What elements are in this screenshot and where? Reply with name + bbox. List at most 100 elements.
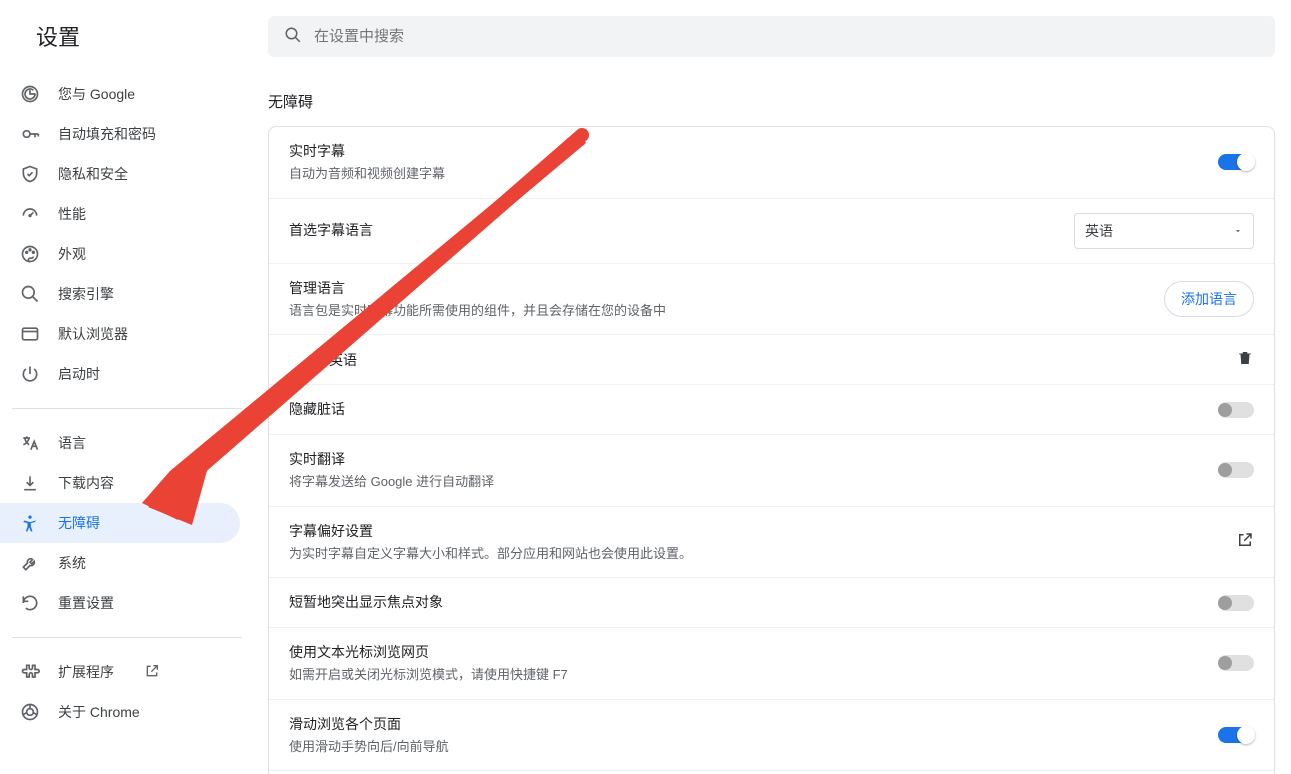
sidebar-item-browser[interactable]: 默认浏览器 bbox=[0, 314, 240, 354]
sidebar-divider bbox=[12, 408, 242, 409]
dropdown-value: 英语 bbox=[1085, 221, 1113, 241]
language-name: 英语 bbox=[329, 350, 1236, 370]
sidebar-item-label: 语言 bbox=[58, 433, 86, 453]
setting-title: 字幕偏好设置 bbox=[289, 521, 1236, 542]
setting-text: 字幕偏好设置为实时字幕自定义字幕大小和样式。部分应用和网站也会使用此设置。 bbox=[289, 521, 1236, 564]
setting-text: 隐藏脏话 bbox=[289, 399, 1218, 420]
setting-row: 实时字幕自动为音频和视频创建字幕 bbox=[269, 127, 1274, 199]
sidebar-item-search[interactable]: 搜索引擎 bbox=[0, 274, 240, 314]
external-link-icon bbox=[144, 663, 160, 682]
sidebar-item-accessibility[interactable]: 无障碍 bbox=[0, 503, 240, 543]
sidebar-group: 语言下载内容无障碍系统重置设置 bbox=[0, 417, 260, 629]
sidebar-item-wrench[interactable]: 系统 bbox=[0, 543, 240, 583]
sidebar-item-label: 默认浏览器 bbox=[58, 324, 128, 344]
search-input[interactable] bbox=[314, 28, 1259, 45]
sidebar-item-download[interactable]: 下载内容 bbox=[0, 463, 240, 503]
setting-title: 首选字幕语言 bbox=[289, 220, 1074, 241]
setting-row: 首选字幕语言英语 bbox=[269, 199, 1274, 264]
toggle-switch[interactable] bbox=[1218, 462, 1254, 478]
setting-title: 实时翻译 bbox=[289, 449, 1218, 470]
toggle-switch[interactable] bbox=[1218, 595, 1254, 611]
sidebar-divider bbox=[12, 637, 242, 638]
palette-icon bbox=[20, 244, 40, 264]
sidebar-item-label: 扩展程序 bbox=[58, 662, 114, 682]
extension-icon bbox=[20, 662, 40, 682]
sidebar-item-reset[interactable]: 重置设置 bbox=[0, 583, 240, 623]
sidebar-item-label: 启动时 bbox=[58, 364, 100, 384]
download-icon bbox=[20, 473, 40, 493]
add-language-button[interactable]: 添加语言 bbox=[1164, 281, 1254, 317]
toggle-switch[interactable] bbox=[1218, 154, 1254, 170]
sidebar-item-power[interactable]: 启动时 bbox=[0, 354, 240, 394]
sidebar-item-label: 重置设置 bbox=[58, 593, 114, 613]
setting-row: 管理语言语言包是实时字幕功能所需使用的组件，并且会存储在您的设备中添加语言 bbox=[269, 264, 1274, 336]
sidebar-item-speedometer[interactable]: 性能 bbox=[0, 194, 240, 234]
sidebar-item-label: 性能 bbox=[58, 204, 86, 224]
sidebar-item-shield[interactable]: 隐私和安全 bbox=[0, 154, 240, 194]
sidebar-item-label: 外观 bbox=[58, 244, 86, 264]
setting-row: 短暂地突出显示焦点对象 bbox=[269, 578, 1274, 628]
setting-title: 短暂地突出显示焦点对象 bbox=[289, 592, 1218, 613]
wrench-icon bbox=[20, 553, 40, 573]
setting-subtitle: 使用滑动手势向后/向前导航 bbox=[289, 737, 1218, 757]
setting-row: 隐藏脏话 bbox=[269, 385, 1274, 435]
sidebar: 设置 您与 Google 自动填充和密码隐私和安全性能外观搜索引擎默认浏览器启动时… bbox=[0, 0, 260, 774]
sidebar-item-palette[interactable]: 外观 bbox=[0, 234, 240, 274]
sidebar-group: 您与 Google 自动填充和密码隐私和安全性能外观搜索引擎默认浏览器启动时 bbox=[0, 68, 260, 400]
translate-icon bbox=[20, 433, 40, 453]
setting-text: 管理语言语言包是实时字幕功能所需使用的组件，并且会存储在您的设备中 bbox=[289, 278, 1164, 321]
setting-row: 使用文本光标浏览网页如需开启或关闭光标浏览模式，请使用快捷键 F7 bbox=[269, 628, 1274, 700]
sidebar-item-label: 无障碍 bbox=[58, 513, 100, 533]
language-dropdown[interactable]: 英语 bbox=[1074, 213, 1254, 249]
section-title: 无障碍 bbox=[260, 77, 1291, 126]
toggle-switch[interactable] bbox=[1218, 727, 1254, 743]
sidebar-item-label: 关于 Chrome bbox=[58, 702, 140, 722]
sidebar-item-label: 搜索引擎 bbox=[58, 284, 114, 304]
sidebar-header: 设置 bbox=[0, 12, 260, 68]
toggle-switch[interactable] bbox=[1218, 402, 1254, 418]
sidebar-item-label: 系统 bbox=[58, 553, 86, 573]
setting-text: 实时字幕自动为音频和视频创建字幕 bbox=[289, 141, 1218, 184]
sidebar-item-label: 隐私和安全 bbox=[58, 164, 128, 184]
setting-title: 实时字幕 bbox=[289, 141, 1218, 162]
setting-text: 实时翻译将字幕发送给 Google 进行自动翻译 bbox=[289, 449, 1218, 492]
sidebar-item-chrome[interactable]: 关于 Chrome bbox=[0, 692, 240, 732]
setting-subtitle: 为实时字幕自定义字幕大小和样式。部分应用和网站也会使用此设置。 bbox=[289, 544, 1236, 564]
search-bar[interactable] bbox=[268, 16, 1275, 57]
sidebar-item-label: 下载内容 bbox=[58, 473, 114, 493]
setting-title: 隐藏脏话 bbox=[289, 399, 1218, 420]
sidebar-item-label: 您与 Google bbox=[58, 84, 135, 104]
shield-icon bbox=[20, 164, 40, 184]
sidebar-item-label: 自动填充和密码 bbox=[58, 124, 156, 144]
sidebar-item-translate[interactable]: 语言 bbox=[0, 423, 240, 463]
reset-icon bbox=[20, 593, 40, 613]
setting-text: 短暂地突出显示焦点对象 bbox=[289, 592, 1218, 613]
browser-icon bbox=[20, 324, 40, 344]
sidebar-item-extension[interactable]: 扩展程序 bbox=[0, 652, 240, 692]
open-external-icon bbox=[1236, 531, 1254, 552]
key-icon bbox=[20, 124, 40, 144]
sidebar-group: 扩展程序关于 Chrome bbox=[0, 646, 260, 738]
power-icon bbox=[20, 364, 40, 384]
search-icon bbox=[284, 26, 302, 47]
setting-subtitle: 语言包是实时字幕功能所需使用的组件，并且会存储在您的设备中 bbox=[289, 301, 1164, 321]
toggle-switch[interactable] bbox=[1218, 655, 1254, 671]
user-google-icon bbox=[20, 84, 40, 104]
setting-title: 使用文本光标浏览网页 bbox=[289, 642, 1218, 663]
setting-title: 滑动浏览各个页面 bbox=[289, 714, 1218, 735]
delete-language-button[interactable] bbox=[1236, 349, 1254, 370]
chrome-icon bbox=[20, 702, 40, 722]
setting-subtitle: 将字幕发送给 Google 进行自动翻译 bbox=[289, 472, 1218, 492]
setting-text: 滑动浏览各个页面使用滑动手势向后/向前导航 bbox=[289, 714, 1218, 757]
setting-row: 滑动浏览各个页面使用滑动手势向后/向前导航 bbox=[269, 700, 1274, 772]
setting-text: 首选字幕语言 bbox=[289, 220, 1074, 241]
sidebar-item-key[interactable]: 自动填充和密码 bbox=[0, 114, 240, 154]
setting-text: 使用文本光标浏览网页如需开启或关闭光标浏览模式，请使用快捷键 F7 bbox=[289, 642, 1218, 685]
settings-card: 实时字幕自动为音频和视频创建字幕首选字幕语言英语管理语言语言包是实时字幕功能所需… bbox=[268, 126, 1275, 774]
sidebar-item-user-google[interactable]: 您与 Google bbox=[0, 74, 240, 114]
chevron-down-icon bbox=[1233, 223, 1243, 239]
accessibility-icon bbox=[20, 513, 40, 533]
setting-row[interactable]: 字幕偏好设置为实时字幕自定义字幕大小和样式。部分应用和网站也会使用此设置。 bbox=[269, 507, 1274, 579]
setting-subtitle: 如需开启或关闭光标浏览模式，请使用快捷键 F7 bbox=[289, 665, 1218, 685]
search-icon bbox=[20, 284, 40, 304]
